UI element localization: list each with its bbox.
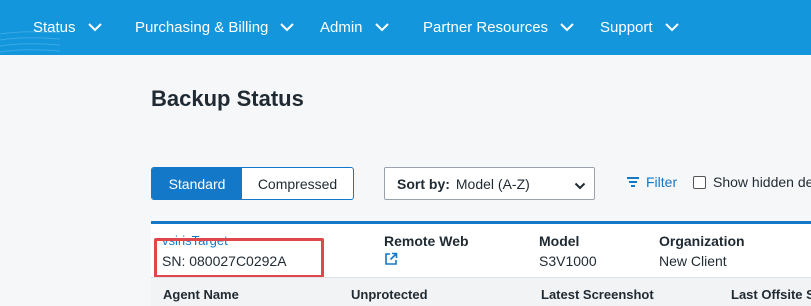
column-header-agent-name[interactable]: Agent Name	[163, 287, 239, 302]
chevron-down-icon	[280, 23, 295, 32]
nav-item-label: Support	[600, 19, 653, 36]
standard-view-button[interactable]: Standard	[152, 168, 242, 199]
device-card-header: vsirisTarget SN: 080027C0292A Remote Web…	[151, 224, 811, 278]
show-hidden-toggle[interactable]: Show hidden de	[693, 174, 811, 190]
view-toggle: Standard Compressed	[151, 167, 354, 200]
device-card: vsirisTarget SN: 080027C0292A Remote Web…	[151, 221, 811, 306]
chevron-down-icon	[560, 23, 574, 32]
column-header-unprotected[interactable]: Unprotected	[351, 287, 428, 302]
filter-icon	[627, 177, 639, 187]
organization-label: Organization	[659, 233, 745, 249]
compressed-view-button[interactable]: Compressed	[242, 168, 353, 199]
page-title: Backup Status	[151, 86, 304, 111]
filter-button[interactable]: Filter	[626, 174, 677, 190]
nav-item-label: Status	[33, 19, 76, 36]
nav-item-label: Partner Resources	[423, 19, 549, 36]
model-value: S3V1000	[539, 253, 597, 269]
agent-table-header: Agent Name Unprotected Latest Screenshot…	[151, 277, 811, 306]
model-label: Model	[539, 233, 580, 249]
chevron-down-icon	[664, 23, 679, 32]
nav-item-partner-resources[interactable]: Partner Resources	[423, 0, 574, 55]
filter-label: Filter	[646, 174, 678, 190]
show-hidden-checkbox[interactable]	[693, 175, 706, 189]
external-link-icon[interactable]	[384, 252, 398, 271]
sort-select[interactable]: Sort by: Model (A-Z)	[384, 167, 595, 200]
sort-value: Model (A-Z)	[455, 175, 530, 192]
serial-highlight-box	[154, 238, 324, 278]
nav-item-admin[interactable]: Admin	[320, 0, 389, 55]
column-header-last-offsite[interactable]: Last Offsite S	[731, 287, 811, 302]
chevron-down-icon	[374, 23, 389, 32]
nav-item-status[interactable]: Status	[33, 0, 102, 55]
column-header-latest-screenshot[interactable]: Latest Screenshot	[541, 287, 654, 302]
nav-item-purchasing-billing[interactable]: Purchasing & Billing	[135, 0, 295, 55]
organization-value: New Client	[659, 253, 727, 269]
remote-web-label: Remote Web	[384, 233, 469, 249]
nav-item-support[interactable]: Support	[600, 0, 679, 55]
nav-item-label: Purchasing & Billing	[135, 19, 269, 36]
chevron-down-icon	[574, 178, 586, 194]
top-navigation-bar: Status Purchasing & Billing Admin Partne…	[0, 0, 811, 55]
sort-label: Sort by:	[397, 175, 450, 192]
nav-item-label: Admin	[320, 19, 363, 36]
chevron-down-icon	[87, 23, 102, 32]
show-hidden-label: Show hidden de	[713, 174, 811, 190]
